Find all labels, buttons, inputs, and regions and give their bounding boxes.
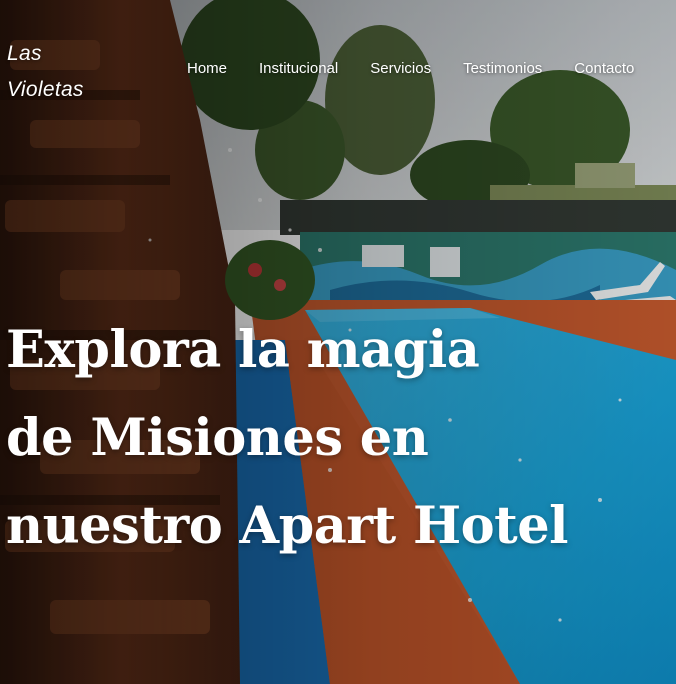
nav-link-contacto[interactable]: Contacto: [574, 60, 634, 77]
hero-headline-line: Explora la magia: [6, 320, 480, 380]
hero-section: Las Violetas Home Institucional Servicio…: [0, 0, 676, 684]
nav-link-servicios[interactable]: Servicios: [370, 60, 431, 77]
brand-logo[interactable]: Las Violetas: [7, 36, 84, 108]
nav-link-testimonios[interactable]: Testimonios: [463, 60, 542, 77]
hero-headline-line: nuestro Apart Hotel: [6, 496, 569, 556]
main-nav: Home Institucional Servicios Testimonios…: [187, 60, 634, 77]
hero-headline-line: de Misiones en: [6, 408, 429, 468]
brand-logo-line1: Las: [7, 42, 42, 65]
nav-link-institucional[interactable]: Institucional: [259, 60, 338, 77]
brand-logo-line2: Violetas: [7, 78, 84, 101]
nav-link-home[interactable]: Home: [187, 60, 227, 77]
hero-headline: Explora la magia de Misiones en nuestro …: [6, 306, 569, 570]
